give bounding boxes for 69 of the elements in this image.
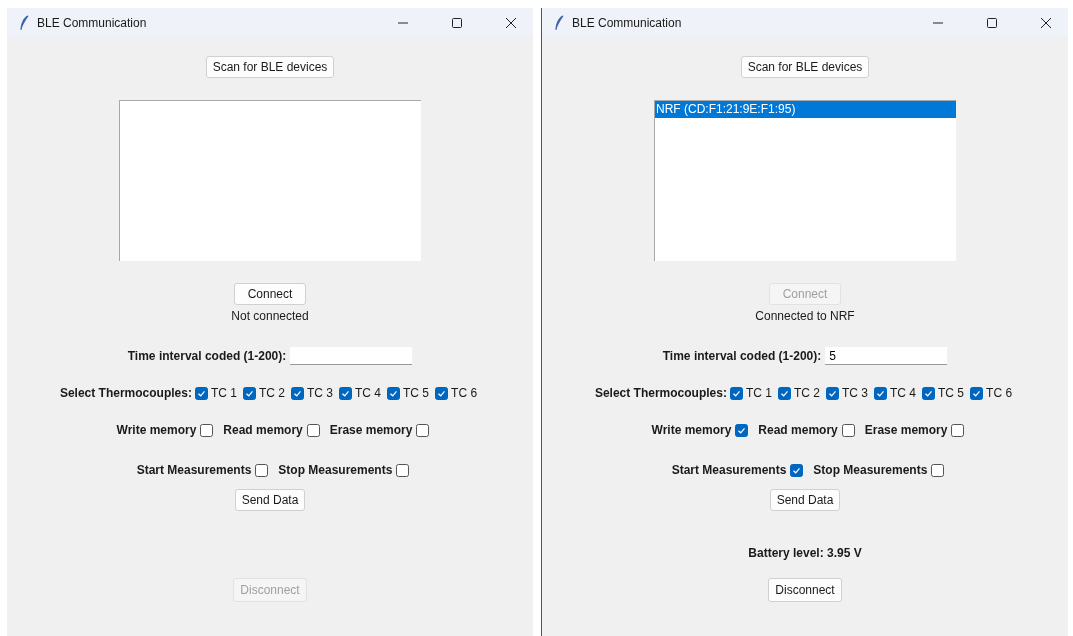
window-title: BLE Communication [37, 15, 147, 30]
checkbox-label: TC 3 [307, 386, 333, 400]
checkbox[interactable] [306, 423, 320, 437]
checkbox[interactable] [922, 386, 936, 400]
scan-button[interactable]: Scan for BLE devices [740, 56, 870, 78]
maximize-icon[interactable] [451, 16, 463, 29]
checkbox[interactable] [729, 386, 743, 400]
checkbox-label: TC 4 [355, 386, 382, 400]
checkbox-label: Erase memory [864, 423, 948, 437]
checkbox-label: TC 2 [794, 386, 820, 400]
connection-status: Not connected [231, 309, 309, 323]
checkbox-label: TC 5 [938, 386, 965, 400]
checkbox[interactable] [416, 423, 430, 437]
checkbox[interactable] [339, 386, 352, 400]
checkbox[interactable] [435, 386, 449, 400]
checkbox-label: TC 1 [745, 386, 772, 400]
checkbox-label: TC 3 [842, 386, 868, 400]
send-button[interactable]: Send Data [769, 489, 841, 511]
checkbox[interactable] [255, 463, 269, 477]
checkbox[interactable] [243, 386, 256, 400]
checkbox[interactable] [387, 386, 401, 400]
disconnect-button[interactable]: Disconnect [768, 578, 842, 602]
interval-label: Time interval coded (1-200): [127, 349, 287, 363]
checkbox-label: Read memory [758, 423, 838, 437]
checkbox[interactable] [778, 386, 791, 400]
checkbox-label: TC 4 [890, 386, 917, 400]
checkbox-label: Read memory [223, 423, 303, 437]
connect-button[interactable]: Connect [233, 283, 307, 305]
close-icon[interactable] [505, 16, 517, 29]
checkbox-label: TC 5 [403, 386, 430, 400]
checkbox[interactable] [931, 463, 945, 477]
checkbox-label: TC 1 [210, 386, 237, 400]
checkbox-label: TC 6 [986, 386, 1013, 400]
close-icon[interactable] [1040, 16, 1052, 29]
feather-icon [19, 14, 29, 31]
checkbox-label: TC 6 [451, 386, 478, 400]
checkbox[interactable] [200, 423, 214, 437]
checkbox[interactable] [396, 463, 410, 477]
checkbox[interactable] [951, 423, 965, 437]
window-title: BLE Communication [572, 15, 682, 30]
checkbox-label: Stop Measurements [278, 463, 393, 477]
checkbox[interactable] [874, 386, 887, 400]
thermocouples-label: Select Thermocouples: [59, 386, 192, 400]
checkbox[interactable] [970, 386, 984, 400]
checkbox-label: Erase memory [329, 423, 413, 437]
checkbox[interactable] [790, 463, 804, 477]
checkbox[interactable] [841, 423, 855, 437]
checkbox-label: Start Measurements [136, 463, 252, 477]
device-item[interactable]: NRF (CD:F1:21:9E:F1:95) [655, 101, 956, 118]
checkbox-label: Write memory [116, 423, 197, 437]
connection-status: Connected to NRF [755, 309, 855, 323]
scan-button[interactable]: Scan for BLE devices [205, 56, 335, 78]
send-button[interactable]: Send Data [234, 489, 306, 511]
checkbox-label: Stop Measurements [813, 463, 928, 477]
interval-field[interactable] [290, 347, 413, 365]
battery-level: Battery level: 3.95 V [748, 546, 862, 560]
checkbox-label: TC 2 [259, 386, 285, 400]
thermocouples-label: Select Thermocouples: [594, 386, 727, 400]
checkbox[interactable] [735, 423, 749, 437]
device-list[interactable]: NRF (CD:F1:21:9E:F1:95) [654, 100, 956, 261]
maximize-icon[interactable] [986, 16, 998, 29]
checkbox-label: Write memory [651, 423, 732, 437]
checkbox[interactable] [194, 386, 208, 400]
checkbox[interactable] [291, 386, 304, 400]
checkbox[interactable] [826, 386, 839, 400]
feather-icon [554, 14, 564, 31]
checkbox-label: Start Measurements [671, 463, 787, 477]
interval-field[interactable]: 5 [825, 347, 948, 365]
interval-label: Time interval coded (1-200): [662, 349, 822, 363]
